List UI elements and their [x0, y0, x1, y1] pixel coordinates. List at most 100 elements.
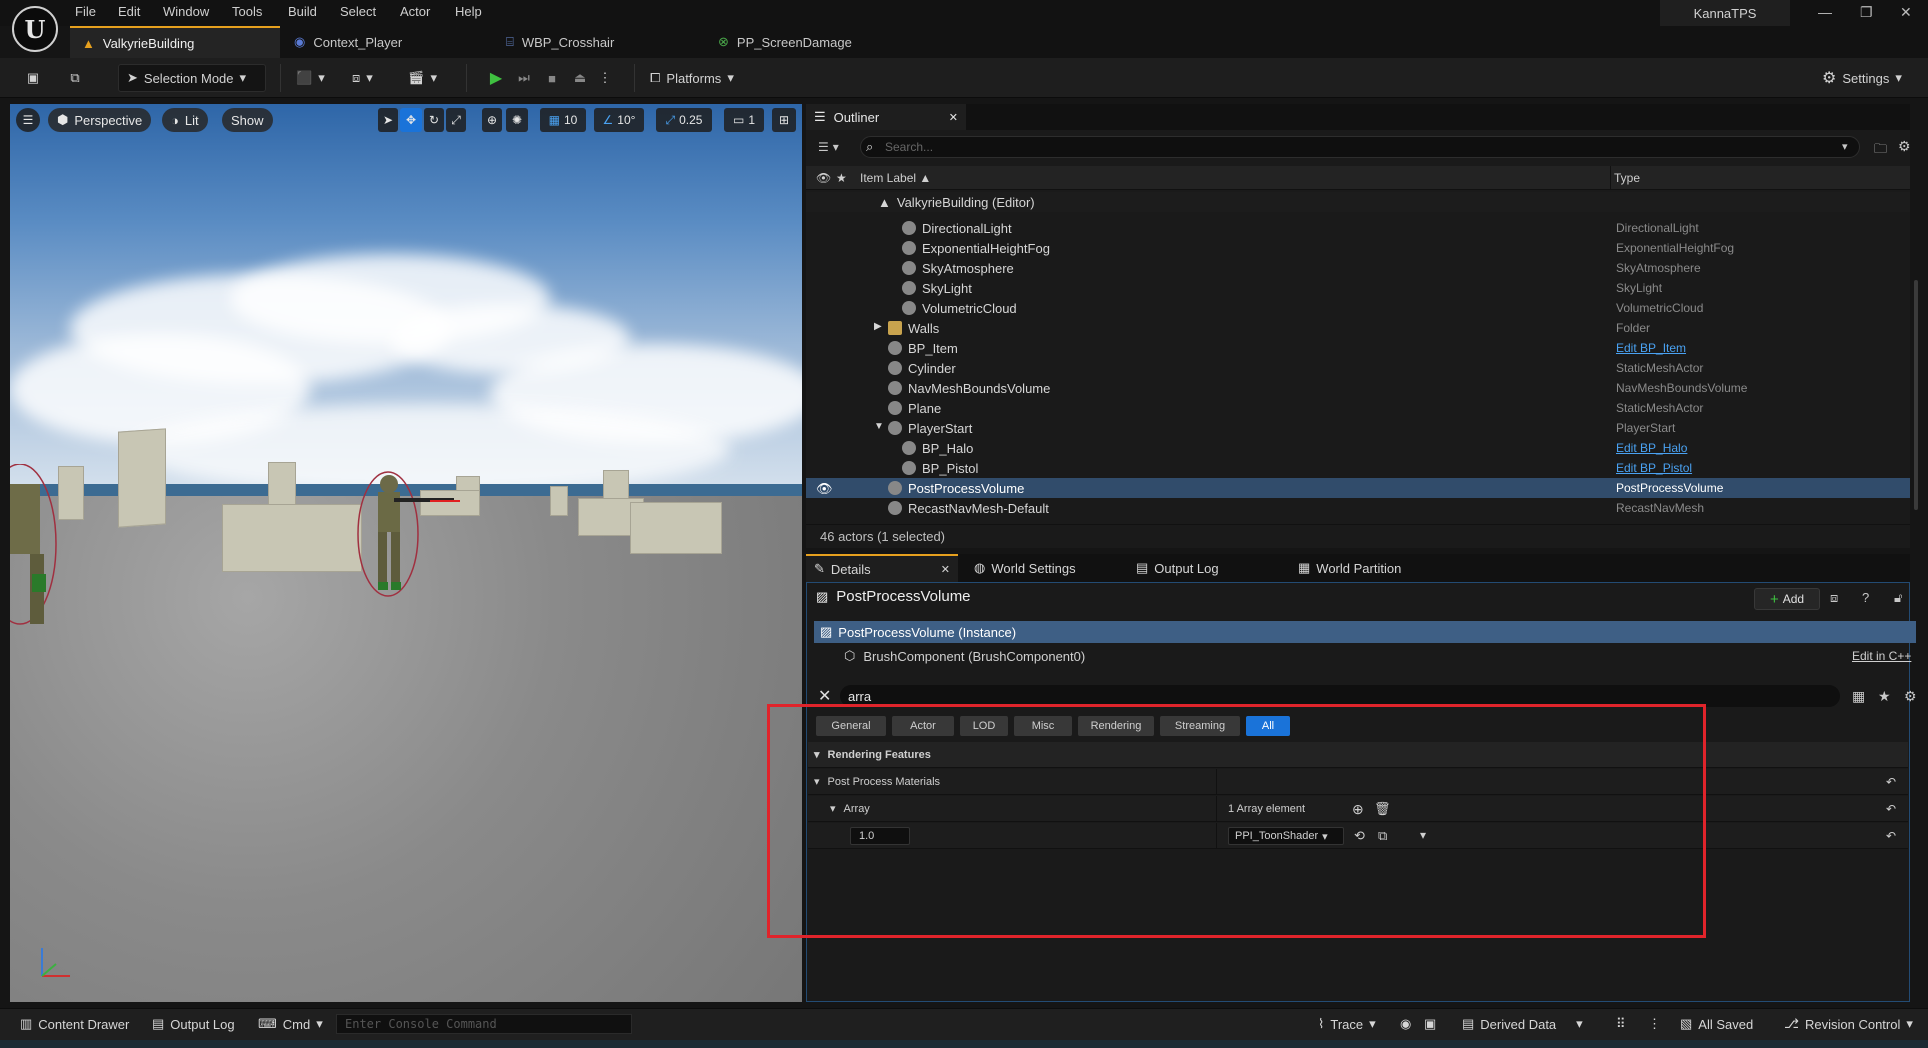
- more-options-icon[interactable]: ⋮: [1648, 1014, 1661, 1034]
- lock-icon[interactable]: 🔓︎: [1894, 590, 1902, 606]
- chevron-down-icon[interactable]: ▾: [1842, 140, 1848, 153]
- translate-tool-icon[interactable]: ✥: [400, 108, 422, 132]
- menu-help[interactable]: Help: [455, 4, 482, 19]
- cmd-dropdown[interactable]: ⌨ Cmd ▾: [258, 1014, 323, 1034]
- select-tool-icon[interactable]: ➤: [378, 108, 398, 132]
- console-command-input[interactable]: Enter Console Command: [336, 1014, 632, 1034]
- viewport-menu-icon[interactable]: ☰: [16, 108, 40, 132]
- selection-mode-dropdown[interactable]: ➤ Selection Mode ▾: [118, 64, 266, 92]
- tab-pp-screendamage[interactable]: ⊗ PP_ScreenDamage: [706, 26, 906, 58]
- expand-arrow-icon[interactable]: ▶: [874, 321, 882, 332]
- lit-button[interactable]: ◑ Lit: [162, 108, 208, 132]
- world-root-row[interactable]: ▲ ValkyrieBuilding (Editor): [806, 192, 1910, 212]
- platforms-dropdown[interactable]: ⧠ Platforms ▾: [650, 64, 734, 92]
- screenshot-icon[interactable]: ▣: [1424, 1014, 1436, 1034]
- level-viewport[interactable]: ☰ ⬢ Perspective ◑ Lit Show ➤ ✥ ↻ ⤢ ⊕ ✺ ▦ 10…: [10, 104, 802, 1002]
- outliner-row[interactable]: ▶ Walls Folder: [806, 318, 1910, 338]
- content-drawer-button[interactable]: ▥ Content Drawer: [20, 1014, 129, 1034]
- edit-blueprint-link[interactable]: Edit BP_Item: [1616, 341, 1686, 355]
- outliner-row[interactable]: Plane StaticMeshActor: [806, 398, 1910, 418]
- restore-icon[interactable]: ❐: [1860, 4, 1873, 21]
- layout-icon[interactable]: ⊞: [772, 108, 796, 132]
- rotation-snap-button[interactable]: ∠ 10°: [594, 108, 644, 132]
- outliner-row[interactable]: VolumetricCloud VolumetricCloud: [806, 298, 1910, 318]
- settings-dropdown[interactable]: ⚙ Settings ▾: [1822, 64, 1902, 92]
- close-icon[interactable]: ✕: [941, 563, 950, 576]
- tab-valkyrie-building[interactable]: ▲ ValkyrieBuilding: [70, 26, 280, 58]
- edit-in-cpp-link[interactable]: Edit in C++: [1852, 649, 1911, 663]
- add-folder-icon[interactable]: 🗀︎: [1874, 140, 1887, 162]
- blueprint-button[interactable]: ⧈ ▾: [352, 64, 373, 92]
- unreal-logo-icon[interactable]: U: [12, 6, 58, 52]
- brush-component-row[interactable]: ⬡ BrushComponent (BrushComponent0): [814, 645, 1916, 667]
- tab-outliner[interactable]: ☰ Outliner ✕: [806, 104, 966, 130]
- step-icon[interactable]: ⏭: [514, 64, 534, 92]
- scale-tool-icon[interactable]: ⤢: [446, 108, 466, 132]
- outliner-search-input[interactable]: Search...: [860, 136, 1860, 158]
- scale-snap-button[interactable]: ⤢ 0.25: [656, 108, 712, 132]
- outliner-row[interactable]: BP_Halo Edit BP_Halo: [806, 438, 1910, 458]
- trace-dropdown[interactable]: ⌇ Trace ▾: [1318, 1014, 1376, 1034]
- tab-context-player[interactable]: ◉ Context_Player: [282, 26, 482, 58]
- outliner-row[interactable]: ▼ PlayerStart PlayerStart: [806, 418, 1910, 438]
- grid-snap-button[interactable]: ▦ 10: [540, 108, 586, 132]
- edit-blueprint-link[interactable]: Edit BP_Halo: [1616, 441, 1687, 455]
- menu-edit[interactable]: Edit: [118, 4, 140, 19]
- outliner-row[interactable]: SkyLight SkyLight: [806, 278, 1910, 298]
- outliner-scrollbar[interactable]: [1914, 280, 1918, 510]
- pin-star-icon[interactable]: ★: [836, 171, 847, 185]
- revision-control-dropdown[interactable]: ⎇ Revision Control ▾: [1784, 1014, 1913, 1034]
- outliner-row[interactable]: RecastNavMesh-Default RecastNavMesh: [806, 498, 1910, 518]
- camera-speed-button[interactable]: ▭ 1: [724, 108, 764, 132]
- output-log-button[interactable]: ▤ Output Log: [152, 1014, 235, 1034]
- visibility-eye-icon[interactable]: 👁︎: [816, 481, 833, 497]
- browse-icon[interactable]: ⧉: [64, 64, 86, 92]
- outliner-row[interactable]: BP_Item Edit BP_Item: [806, 338, 1910, 358]
- world-space-icon[interactable]: ⊕: [482, 108, 502, 132]
- perspective-button[interactable]: ⬢ Perspective: [48, 108, 152, 132]
- collapse-arrow-icon[interactable]: ▼: [874, 421, 884, 432]
- outliner-row[interactable]: 👁︎ PostProcessVolume PostProcessVolume: [806, 478, 1910, 498]
- reset-arrow-icon[interactable]: ↶: [1886, 802, 1896, 816]
- gear-icon[interactable]: ⚙: [1904, 688, 1917, 705]
- outliner-row[interactable]: NavMeshBoundsVolume NavMeshBoundsVolume: [806, 378, 1910, 398]
- stats-icon[interactable]: ⠿: [1616, 1014, 1626, 1034]
- edit-blueprint-link[interactable]: Edit BP_Pistol: [1616, 461, 1692, 475]
- gear-icon[interactable]: ⚙: [1898, 138, 1911, 155]
- reset-arrow-icon[interactable]: ↶: [1886, 829, 1896, 843]
- close-icon[interactable]: ✕: [949, 111, 958, 124]
- outliner-row[interactable]: SkyAtmosphere SkyAtmosphere: [806, 258, 1910, 278]
- menu-build[interactable]: Build: [288, 4, 317, 19]
- add-component-button[interactable]: + Add: [1754, 588, 1820, 610]
- visibility-eye-icon[interactable]: 👁︎: [816, 171, 831, 185]
- component-instance-row[interactable]: ▨ PostProcessVolume (Instance): [814, 621, 1916, 643]
- play-icon[interactable]: ▶: [486, 64, 506, 92]
- blueprint-convert-icon[interactable]: ⧈: [1830, 590, 1838, 606]
- reset-arrow-icon[interactable]: ↶: [1886, 775, 1896, 789]
- all-saved-button[interactable]: ▧ All Saved: [1680, 1014, 1753, 1034]
- outliner-row[interactable]: Cylinder StaticMeshActor: [806, 358, 1910, 378]
- minimize-icon[interactable]: —: [1818, 4, 1832, 20]
- stop-icon[interactable]: ■: [542, 64, 562, 92]
- surface-snap-icon[interactable]: ✺: [506, 108, 528, 132]
- table-view-icon[interactable]: ▦: [1852, 688, 1865, 705]
- tab-world-settings[interactable]: ◍ World Settings: [966, 554, 1084, 582]
- help-icon[interactable]: ?: [1862, 590, 1869, 605]
- cinematics-button[interactable]: 🎬︎ ▾: [408, 64, 437, 92]
- tab-details[interactable]: ✎ Details ✕: [806, 554, 958, 582]
- add-actor-button[interactable]: ⬛ ▾: [296, 64, 325, 92]
- clear-search-icon[interactable]: ✕: [818, 686, 831, 706]
- close-window-icon[interactable]: ✕: [1900, 4, 1912, 21]
- menu-window[interactable]: Window: [163, 4, 209, 19]
- filter-dropdown[interactable]: ☰ ▾: [818, 140, 839, 154]
- derived-data-dropdown[interactable]: ▤ Derived Data ▾: [1462, 1014, 1583, 1034]
- column-item-label[interactable]: Item Label ▲: [860, 171, 931, 185]
- menu-select[interactable]: Select: [340, 4, 376, 19]
- rotate-tool-icon[interactable]: ↻: [424, 108, 444, 132]
- show-button[interactable]: Show: [222, 108, 273, 132]
- menu-actor[interactable]: Actor: [400, 4, 430, 19]
- tab-world-partition[interactable]: ▦ World Partition: [1290, 554, 1409, 582]
- record-icon[interactable]: ◉: [1400, 1014, 1411, 1034]
- tab-output-log[interactable]: ▤ Output Log: [1128, 554, 1227, 582]
- outliner-row[interactable]: ExponentialHeightFog ExponentialHeightFog: [806, 238, 1910, 258]
